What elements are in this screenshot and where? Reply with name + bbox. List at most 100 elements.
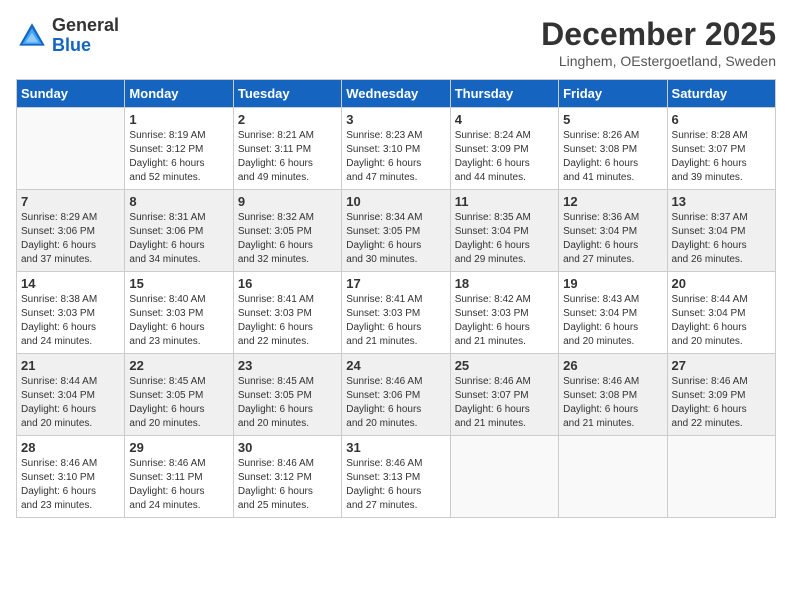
calendar-cell: 31 Sunrise: 8:46 AM Sunset: 3:13 PM Dayli… [342, 436, 450, 518]
day-number: 18 [455, 276, 554, 291]
day-number: 28 [21, 440, 120, 455]
calendar-cell: 19 Sunrise: 8:43 AM Sunset: 3:04 PM Dayli… [559, 272, 667, 354]
calendar-cell: 10 Sunrise: 8:34 AM Sunset: 3:05 PM Dayli… [342, 190, 450, 272]
day-info: Sunrise: 8:37 AM Sunset: 3:04 PM Dayligh… [672, 211, 771, 267]
calendar-cell: 26 Sunrise: 8:46 AM Sunset: 3:08 PM Dayli… [559, 354, 667, 436]
calendar-cell: 14 Sunrise: 8:38 AM Sunset: 3:03 PM Dayli… [17, 272, 125, 354]
calendar-cell [450, 436, 558, 518]
calendar-cell: 21 Sunrise: 8:44 AM Sunset: 3:04 PM Dayli… [17, 354, 125, 436]
logo-icon [16, 20, 48, 52]
day-number: 11 [455, 194, 554, 209]
day-info: Sunrise: 8:26 AM Sunset: 3:08 PM Dayligh… [563, 129, 662, 185]
day-number: 14 [21, 276, 120, 291]
calendar-week-row: 1Sunrise: 8:19 AM Sunset: 3:12 PM Daylig… [17, 108, 776, 190]
day-info: Sunrise: 8:23 AM Sunset: 3:10 PM Dayligh… [346, 129, 445, 185]
day-number: 10 [346, 194, 445, 209]
day-info: Sunrise: 8:45 AM Sunset: 3:05 PM Dayligh… [238, 375, 337, 431]
calendar-week-row: 7 Sunrise: 8:29 AM Sunset: 3:06 PM Daylig… [17, 190, 776, 272]
calendar-cell: 4Sunrise: 8:24 AM Sunset: 3:09 PM Daylig… [450, 108, 558, 190]
day-number: 27 [672, 358, 771, 373]
calendar-week-row: 28Sunrise: 8:46 AM Sunset: 3:10 PM Dayli… [17, 436, 776, 518]
day-number: 26 [563, 358, 662, 373]
calendar-header-row: SundayMondayTuesdayWednesdayThursdayFrid… [17, 80, 776, 108]
day-number: 16 [238, 276, 337, 291]
day-info: Sunrise: 8:46 AM Sunset: 3:09 PM Dayligh… [672, 375, 771, 431]
location: Linghem, OEstergoetland, Sweden [541, 53, 776, 69]
day-info: Sunrise: 8:35 AM Sunset: 3:04 PM Dayligh… [455, 211, 554, 267]
calendar-cell [17, 108, 125, 190]
column-header-thursday: Thursday [450, 80, 558, 108]
day-info: Sunrise: 8:46 AM Sunset: 3:13 PM Dayligh… [346, 457, 445, 513]
day-info: Sunrise: 8:21 AM Sunset: 3:11 PM Dayligh… [238, 129, 337, 185]
calendar-cell: 12Sunrise: 8:36 AM Sunset: 3:04 PM Dayli… [559, 190, 667, 272]
column-header-tuesday: Tuesday [233, 80, 341, 108]
calendar-cell: 28Sunrise: 8:46 AM Sunset: 3:10 PM Dayli… [17, 436, 125, 518]
day-info: Sunrise: 8:44 AM Sunset: 3:04 PM Dayligh… [21, 375, 120, 431]
day-number: 9 [238, 194, 337, 209]
day-number: 22 [129, 358, 228, 373]
day-number: 24 [346, 358, 445, 373]
calendar-week-row: 14 Sunrise: 8:38 AM Sunset: 3:03 PM Dayli… [17, 272, 776, 354]
day-number: 6 [672, 112, 771, 127]
calendar-cell: 8 Sunrise: 8:31 AM Sunset: 3:06 PM Daylig… [125, 190, 233, 272]
column-header-wednesday: Wednesday [342, 80, 450, 108]
day-number: 23 [238, 358, 337, 373]
day-number: 29 [129, 440, 228, 455]
day-info: Sunrise: 8:38 AM Sunset: 3:03 PM Dayligh… [21, 293, 120, 349]
day-info: Sunrise: 8:24 AM Sunset: 3:09 PM Dayligh… [455, 129, 554, 185]
calendar-table: SundayMondayTuesdayWednesdayThursdayFrid… [16, 79, 776, 518]
logo: General Blue [16, 16, 119, 56]
day-number: 20 [672, 276, 771, 291]
day-info: Sunrise: 8:42 AM Sunset: 3:03 PM Dayligh… [455, 293, 554, 349]
calendar-cell: 29Sunrise: 8:46 AM Sunset: 3:11 PM Dayli… [125, 436, 233, 518]
day-number: 17 [346, 276, 445, 291]
day-info: Sunrise: 8:29 AM Sunset: 3:06 PM Dayligh… [21, 211, 120, 267]
calendar-cell: 30Sunrise: 8:46 AM Sunset: 3:12 PM Dayli… [233, 436, 341, 518]
day-info: Sunrise: 8:36 AM Sunset: 3:04 PM Dayligh… [563, 211, 662, 267]
day-info: Sunrise: 8:41 AM Sunset: 3:03 PM Dayligh… [346, 293, 445, 349]
calendar-cell: 5 Sunrise: 8:26 AM Sunset: 3:08 PM Daylig… [559, 108, 667, 190]
column-header-friday: Friday [559, 80, 667, 108]
calendar-cell: 9Sunrise: 8:32 AM Sunset: 3:05 PM Daylig… [233, 190, 341, 272]
day-number: 2 [238, 112, 337, 127]
day-number: 31 [346, 440, 445, 455]
calendar-cell [559, 436, 667, 518]
calendar-cell: 20 Sunrise: 8:44 AM Sunset: 3:04 PM Dayli… [667, 272, 775, 354]
calendar-cell: 23 Sunrise: 8:45 AM Sunset: 3:05 PM Dayli… [233, 354, 341, 436]
calendar-cell: 24Sunrise: 8:46 AM Sunset: 3:06 PM Dayli… [342, 354, 450, 436]
day-info: Sunrise: 8:43 AM Sunset: 3:04 PM Dayligh… [563, 293, 662, 349]
calendar-cell: 11 Sunrise: 8:35 AM Sunset: 3:04 PM Dayli… [450, 190, 558, 272]
day-info: Sunrise: 8:19 AM Sunset: 3:12 PM Dayligh… [129, 129, 228, 185]
day-number: 15 [129, 276, 228, 291]
day-info: Sunrise: 8:28 AM Sunset: 3:07 PM Dayligh… [672, 129, 771, 185]
column-header-monday: Monday [125, 80, 233, 108]
logo-text: General Blue [52, 16, 119, 56]
calendar-cell: 6 Sunrise: 8:28 AM Sunset: 3:07 PM Daylig… [667, 108, 775, 190]
calendar-cell: 16Sunrise: 8:41 AM Sunset: 3:03 PM Dayli… [233, 272, 341, 354]
logo-general: General [52, 16, 119, 36]
calendar-cell: 7 Sunrise: 8:29 AM Sunset: 3:06 PM Daylig… [17, 190, 125, 272]
calendar-cell: 1Sunrise: 8:19 AM Sunset: 3:12 PM Daylig… [125, 108, 233, 190]
calendar-cell: 27 Sunrise: 8:46 AM Sunset: 3:09 PM Dayli… [667, 354, 775, 436]
day-number: 13 [672, 194, 771, 209]
day-info: Sunrise: 8:45 AM Sunset: 3:05 PM Dayligh… [129, 375, 228, 431]
day-number: 25 [455, 358, 554, 373]
day-number: 7 [21, 194, 120, 209]
day-info: Sunrise: 8:31 AM Sunset: 3:06 PM Dayligh… [129, 211, 228, 267]
calendar-week-row: 21 Sunrise: 8:44 AM Sunset: 3:04 PM Dayli… [17, 354, 776, 436]
day-info: Sunrise: 8:34 AM Sunset: 3:05 PM Dayligh… [346, 211, 445, 267]
page-header: General Blue December 2025 Linghem, OEst… [16, 16, 776, 69]
day-number: 19 [563, 276, 662, 291]
day-info: Sunrise: 8:44 AM Sunset: 3:04 PM Dayligh… [672, 293, 771, 349]
logo-blue: Blue [52, 36, 119, 56]
title-block: December 2025 Linghem, OEstergoetland, S… [541, 16, 776, 69]
day-number: 21 [21, 358, 120, 373]
calendar-cell: 2 Sunrise: 8:21 AM Sunset: 3:11 PM Daylig… [233, 108, 341, 190]
day-number: 8 [129, 194, 228, 209]
day-number: 30 [238, 440, 337, 455]
day-number: 5 [563, 112, 662, 127]
calendar-cell: 25Sunrise: 8:46 AM Sunset: 3:07 PM Dayli… [450, 354, 558, 436]
calendar-cell: 13 Sunrise: 8:37 AM Sunset: 3:04 PM Dayli… [667, 190, 775, 272]
day-info: Sunrise: 8:46 AM Sunset: 3:08 PM Dayligh… [563, 375, 662, 431]
calendar-cell: 3Sunrise: 8:23 AM Sunset: 3:10 PM Daylig… [342, 108, 450, 190]
